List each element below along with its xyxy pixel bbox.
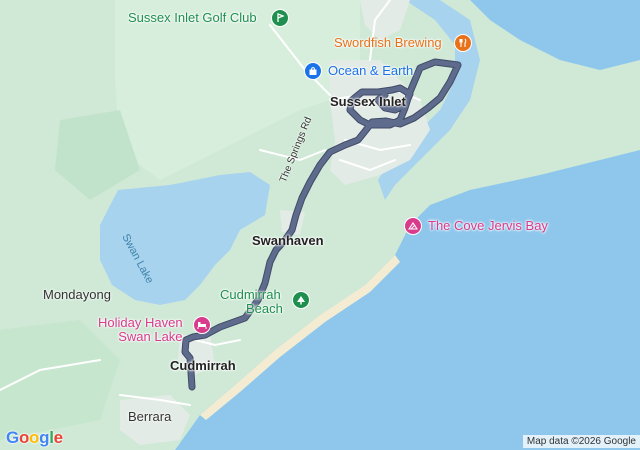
golf-icon [277, 13, 285, 22]
attraction-icon [408, 222, 418, 230]
map-attribution[interactable]: Map data ©2026 Google [522, 435, 640, 448]
swanhaven-label: Swanhaven [252, 233, 324, 248]
cudmirrah-beach-pin[interactable] [292, 291, 310, 309]
the-cove-label[interactable]: The Cove Jervis Bay [428, 219, 548, 233]
park-icon [297, 296, 305, 305]
sussex-inlet-label: Sussex Inlet [330, 94, 406, 109]
google-logo: Google [6, 428, 63, 448]
google-logo-g2: g [39, 428, 50, 447]
shopping-bag-icon [309, 67, 317, 75]
berrara-label: Berrara [128, 409, 172, 424]
map-view[interactable]: Sussex Inlet Golf Club Swordfish Brewing… [0, 0, 640, 450]
holiday-haven-label-line1: Holiday Haven [98, 315, 183, 330]
google-logo-g1: G [6, 428, 19, 447]
holiday-haven-pin[interactable] [193, 316, 211, 334]
golf-club-label[interactable]: Sussex Inlet Golf Club [128, 11, 257, 25]
google-logo-e: e [53, 428, 63, 447]
fork-knife-icon [459, 38, 467, 47]
swordfish-brewing-pin[interactable] [454, 34, 472, 52]
the-cove-pin[interactable] [404, 217, 422, 235]
cudmirrah-beach-label-line1: Cudmirrah [220, 287, 281, 302]
holiday-haven-label[interactable]: Holiday Haven Swan Lake [98, 316, 183, 344]
ocean-earth-pin[interactable] [304, 62, 322, 80]
cudmirrah-beach-label[interactable]: Cudmirrah Beach [220, 288, 283, 316]
ocean-earth-label[interactable]: Ocean & Earth [328, 64, 413, 78]
holiday-haven-label-line2: Swan Lake [118, 329, 183, 344]
mondayong-label: Mondayong [43, 287, 111, 302]
bed-icon [197, 322, 207, 329]
cudmirrah-beach-label-line2: Beach [246, 301, 283, 316]
cudmirrah-label: Cudmirrah [170, 358, 236, 373]
golf-club-pin[interactable] [271, 9, 289, 27]
google-logo-o1: o [18, 428, 30, 447]
google-logo-o2: o [29, 428, 40, 447]
swordfish-brewing-label[interactable]: Swordfish Brewing [334, 36, 442, 50]
